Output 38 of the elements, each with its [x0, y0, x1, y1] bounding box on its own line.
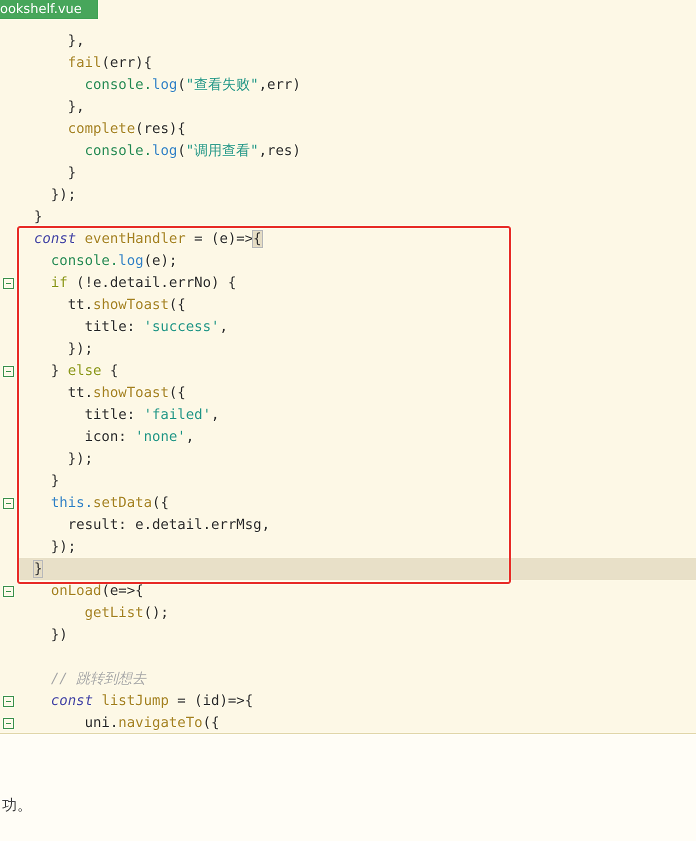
- code-line: const eventHandler = (e)=>{: [34, 230, 262, 249]
- code-line: // 跳转到想去: [50, 670, 146, 689]
- code-line: });: [50, 186, 76, 205]
- code-line: getList();: [84, 604, 169, 623]
- code-line: });: [66, 450, 94, 469]
- code-line: console.log(e);: [50, 252, 178, 271]
- fold-icon[interactable]: [3, 498, 14, 508]
- code-line: }: [66, 164, 76, 183]
- code-line: }: [50, 472, 60, 491]
- fold-icon[interactable]: [3, 278, 14, 288]
- file-tab[interactable]: ookshelf.vue: [0, 0, 98, 19]
- code-line: tt.showToast({: [66, 384, 186, 403]
- code-line: });: [50, 538, 76, 557]
- code-line: title: 'failed',: [84, 406, 220, 425]
- code-line: fail(err){: [66, 54, 152, 73]
- code-line: const listJump = (id)=>{: [50, 692, 254, 711]
- code-line: }: [34, 208, 42, 227]
- fold-icon[interactable]: [3, 718, 14, 728]
- fold-icon[interactable]: [3, 696, 14, 706]
- code-line: title: 'success',: [84, 318, 228, 337]
- code-line: });: [66, 340, 94, 359]
- code-line: },: [66, 98, 85, 117]
- code-line: onLoad(e=>{: [50, 582, 144, 601]
- code-line: tt.showToast({: [66, 296, 186, 315]
- code-line: if (!e.detail.errNo) {: [50, 274, 236, 293]
- code-line: console.log("查看失败",err): [84, 76, 301, 95]
- code-line: },: [66, 32, 85, 51]
- fold-icon[interactable]: [3, 586, 14, 596]
- code-line: icon: 'none',: [84, 428, 194, 447]
- code-line: complete(res){: [66, 120, 186, 139]
- body-text: 功。: [2, 796, 32, 814]
- code-line: console.log("调用查看",res): [84, 142, 301, 161]
- code-line: this.setData({: [50, 494, 169, 513]
- code-line: uni.navigateTo({: [84, 714, 220, 733]
- fold-icon[interactable]: [3, 366, 14, 376]
- code-line: result: e.detail.errMsg,: [66, 516, 270, 535]
- code-line: } else {: [50, 362, 118, 381]
- code-line: }): [50, 626, 68, 645]
